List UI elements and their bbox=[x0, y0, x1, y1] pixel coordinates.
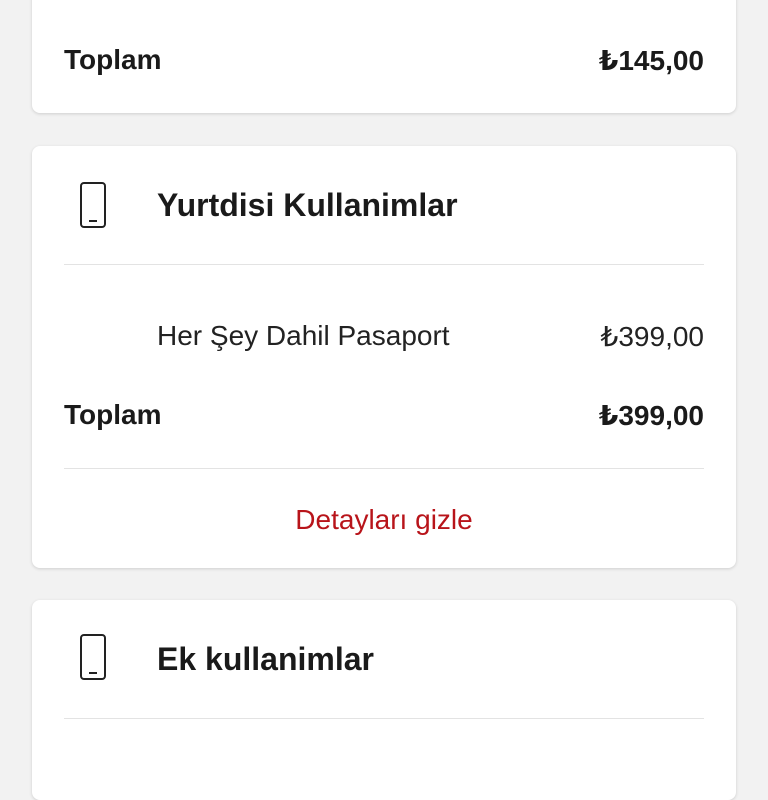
divider bbox=[64, 718, 704, 719]
section-title: Ek kullanimlar bbox=[157, 641, 374, 677]
phone-icon bbox=[80, 182, 106, 228]
total-value: ₺145,00 bbox=[598, 44, 704, 76]
divider bbox=[64, 264, 704, 265]
hide-details-link[interactable]: Detayları gizle bbox=[32, 500, 736, 540]
total-value: ₺399,00 bbox=[598, 399, 704, 431]
section-header: Yurtdisi Kullanimlar bbox=[32, 170, 736, 240]
section-title: Yurtdisi Kullanimlar bbox=[157, 187, 458, 223]
divider bbox=[64, 468, 704, 469]
abroad-usage-card: Yurtdisi Kullanimlar Her Şey Dahil Pasap… bbox=[32, 146, 736, 568]
section-header: Ek kullanimlar bbox=[32, 624, 736, 694]
total-row: Toplam ₺399,00 bbox=[64, 395, 704, 435]
extra-usage-card: Ek kullanimlar bbox=[32, 600, 736, 800]
phone-icon bbox=[80, 634, 106, 680]
total-row: Toplam ₺145,00 bbox=[64, 40, 704, 80]
item-value: ₺399,00 bbox=[600, 320, 704, 352]
list-item: Her Şey Dahil Pasaport ₺399,00 bbox=[157, 316, 704, 356]
item-label: Her Şey Dahil Pasaport bbox=[157, 320, 450, 351]
previous-section-card: Toplam ₺145,00 bbox=[32, 0, 736, 113]
total-label: Toplam bbox=[64, 44, 162, 75]
total-label: Toplam bbox=[64, 399, 162, 430]
